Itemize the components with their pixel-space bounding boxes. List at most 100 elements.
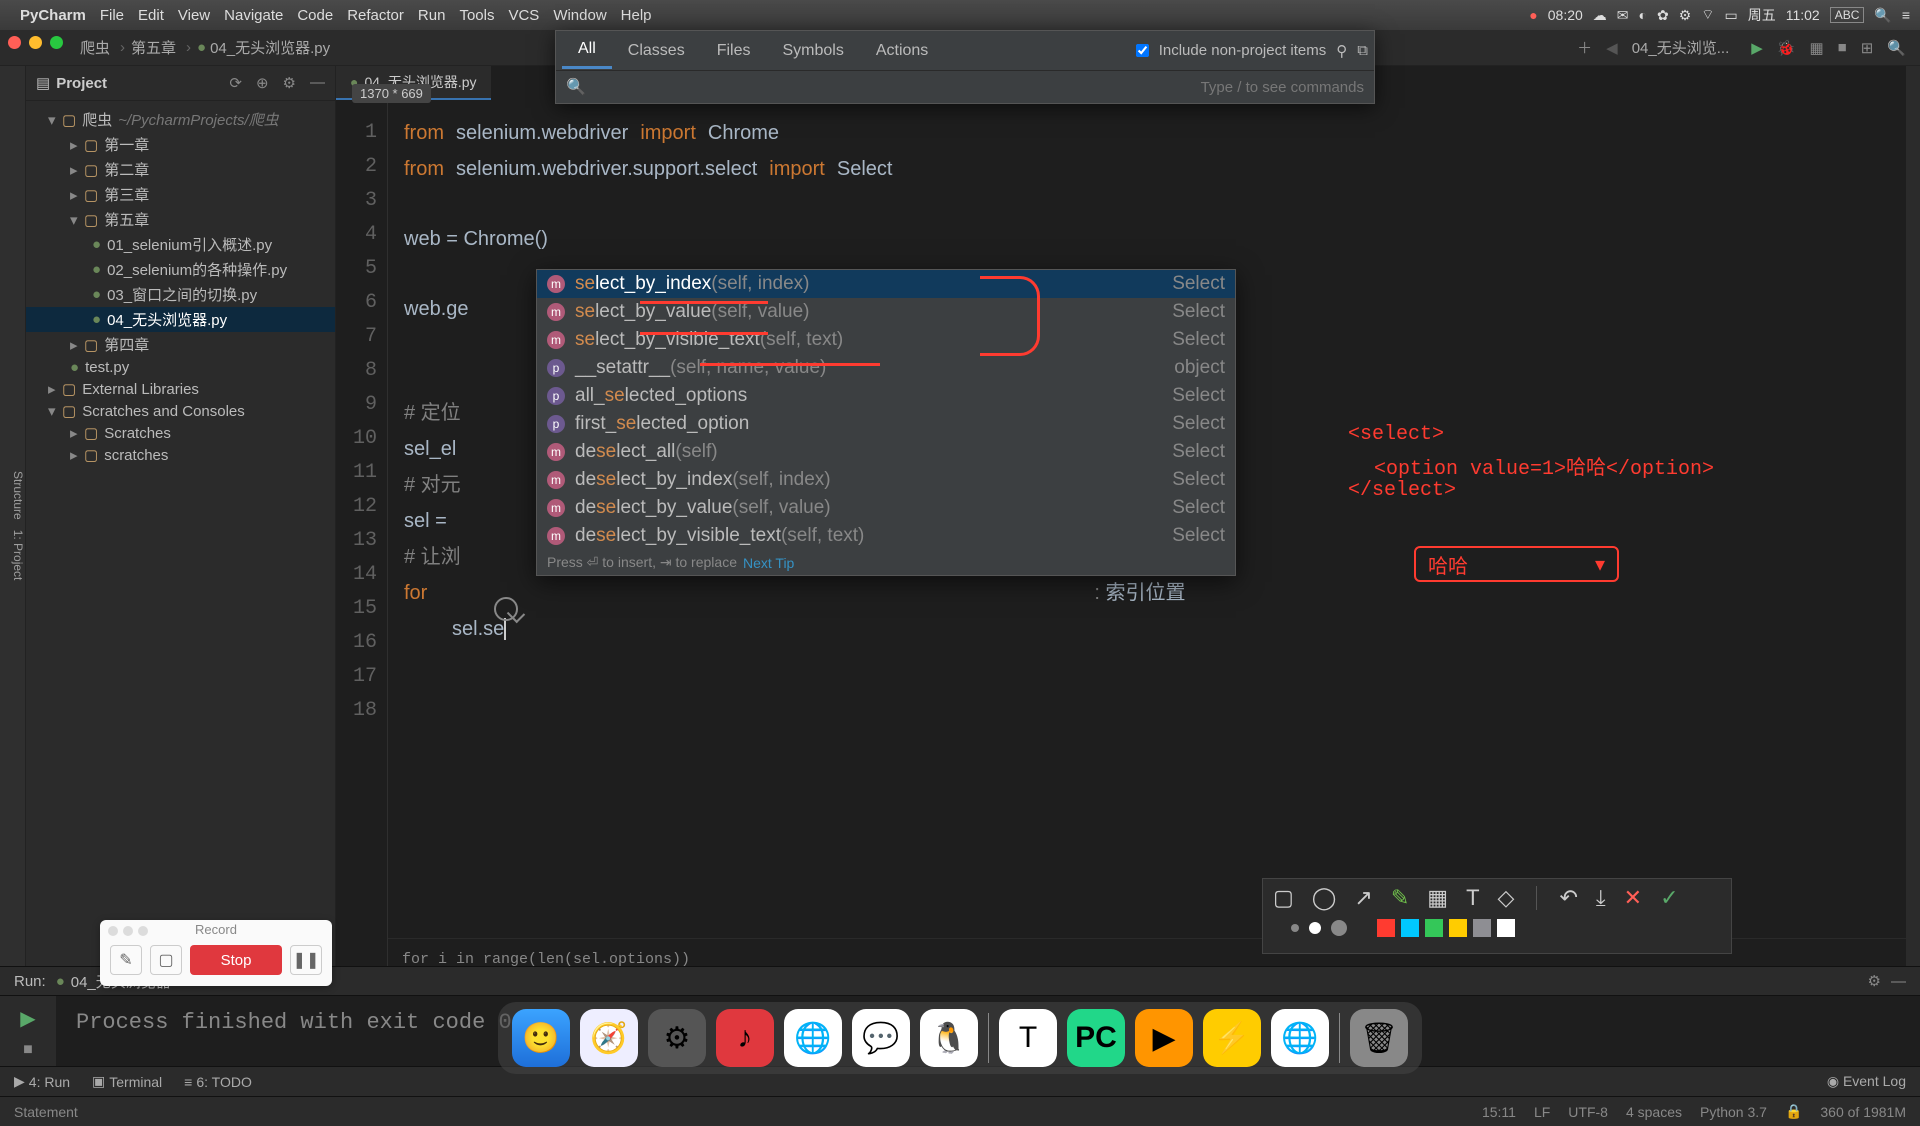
search-input[interactable] [594,78,1201,96]
pin-icon[interactable]: ⧉ [1357,42,1368,59]
app-name[interactable]: PyCharm [20,7,86,24]
menu-vcs[interactable]: VCS [508,7,539,24]
brush-large[interactable] [1331,920,1347,936]
left-tool-stripe[interactable]: Structure 1: Project [0,66,26,966]
tree-folder[interactable]: ▸▢第三章 [26,182,335,207]
cancel-icon[interactable]: ✕ [1624,885,1642,911]
dock-app3[interactable]: ⚡ [1203,1009,1261,1067]
color-red[interactable] [1377,919,1395,937]
crumb-folder[interactable]: 第五章 [131,37,176,58]
dock-chrome[interactable]: 🌐 [784,1009,842,1067]
dock-safari[interactable]: 🧭 [580,1009,638,1067]
tree-folder[interactable]: ▸▢第四章 [26,332,335,357]
tool-rect-icon[interactable]: ▢ [1273,885,1294,911]
screenshot-toolbar[interactable]: ▢ ◯ ↗ ✎ ▦ T ◇ ↶ ⤓ ✕ ✓ [1262,878,1732,954]
color-gray[interactable] [1473,919,1491,937]
close-icon[interactable] [8,36,21,49]
tab-files[interactable]: Files [701,34,767,68]
brush-med[interactable] [1309,922,1321,934]
memory-indicator[interactable]: 360 of 1981M [1820,1104,1906,1120]
tree-file[interactable]: ●03_窗口之间的切换.py [26,282,335,307]
hide-icon[interactable]: — [310,74,325,92]
dock-music[interactable]: ♪ [716,1009,774,1067]
tree-file[interactable]: ●test.py [26,357,335,378]
settings-icon[interactable]: ⚙ [283,74,296,92]
encoding[interactable]: UTF-8 [1568,1104,1608,1120]
menu-navigate[interactable]: Navigate [224,7,283,24]
tool-pencil-icon[interactable]: ✎ [1391,885,1409,911]
run-button[interactable]: ▶ [1751,39,1763,57]
stop-run-button[interactable]: ■ [23,1041,33,1059]
tool-ellipse-icon[interactable]: ◯ [1312,885,1337,911]
tree-folder[interactable]: ▸▢第二章 [26,157,335,182]
menu-window[interactable]: Window [553,7,606,24]
tab-terminal[interactable]: ▣ Terminal [92,1073,162,1090]
tree-file-active[interactable]: ●04_无头浏览器.py [26,307,335,332]
download-icon[interactable]: ⤓ [1596,885,1606,911]
tray-icon[interactable]: ✉ [1617,7,1629,24]
tab-classes[interactable]: Classes [612,34,701,68]
search-icon[interactable]: 🔍 [1887,39,1906,57]
completion-item[interactable]: mselect_by_index(self, index)Select [537,270,1235,298]
dock-textedit[interactable]: T [999,1009,1057,1067]
input-source[interactable]: ABC [1830,7,1865,23]
caret-position[interactable]: 15:11 [1482,1104,1516,1120]
completion-item[interactable]: mselect_by_visible_text(self, text)Selec… [537,326,1235,354]
tool-arrow-icon[interactable]: ↗ [1354,885,1372,911]
interpreter[interactable]: Python 3.7 [1700,1104,1767,1120]
menu-help[interactable]: Help [621,7,652,24]
rerun-button[interactable]: ▶ [20,1006,35,1031]
tray-icon[interactable]: ⚙ [1679,7,1692,24]
completion-item[interactable]: p__setattr__(self, name, value)object [537,354,1235,382]
editor-scrollbar[interactable] [1906,66,1920,966]
filter-icon[interactable]: ⚲ [1336,42,1347,60]
tree-folder[interactable]: ▸▢Scratches [26,422,335,444]
completion-item[interactable]: pfirst_selected_optionSelect [537,410,1235,438]
tab-todo[interactable]: ≡ 6: TODO [184,1074,252,1090]
dock[interactable]: 🙂 🧭 ⚙ ♪ 🌐 💬 🐧 T PC ▶ ⚡ 🌐 🗑 [498,1002,1422,1074]
gear-icon[interactable]: ⚙ [1868,972,1881,990]
confirm-icon[interactable]: ✓ [1660,885,1678,911]
tray-icon[interactable]: ✿ [1657,7,1669,24]
tree-folder[interactable]: ▸▢第一章 [26,132,335,157]
tab-symbols[interactable]: Symbols [766,34,859,68]
completion-item[interactable]: pall_selected_optionsSelect [537,382,1235,410]
tree-root[interactable]: ▾▢爬虫~/PycharmProjects/爬虫 [26,107,335,132]
add-config-icon[interactable]: ＋ [1577,37,1592,58]
stop-button[interactable]: ■ [1838,39,1847,56]
color-cyan[interactable] [1401,919,1419,937]
tree-folder[interactable]: ▾▢第五章 [26,207,335,232]
undo-icon[interactable]: ↶ [1559,885,1577,911]
dock-qq[interactable]: 🐧 [920,1009,978,1067]
menu-code[interactable]: Code [297,7,333,24]
tool-mosaic-icon[interactable]: ▦ [1427,885,1448,911]
record-stop-button[interactable]: Stop [190,945,282,975]
menu-refactor[interactable]: Refactor [347,7,404,24]
color-green[interactable] [1425,919,1443,937]
include-nonproject-checkbox[interactable] [1136,44,1149,57]
wifi-icon[interactable]: ⌔ [1701,6,1714,24]
tool-tag-icon[interactable]: ◇ [1498,885,1515,911]
minimize-icon[interactable] [29,36,42,49]
dock-trash[interactable]: 🗑 [1350,1009,1408,1067]
menu-view[interactable]: View [178,7,210,24]
battery-icon[interactable]: ▭ [1724,7,1737,24]
brush-small[interactable] [1291,924,1299,932]
crumb-root[interactable]: 爬虫 [80,37,110,58]
tree-folder[interactable]: ▸▢scratches [26,444,335,466]
dock-app[interactable]: ⚙ [648,1009,706,1067]
tool-text-icon[interactable]: T [1466,885,1479,911]
record-edit-button[interactable]: ✎ [110,945,142,975]
menu-tools[interactable]: Tools [459,7,494,24]
zoom-icon[interactable] [50,36,63,49]
crumb-file[interactable]: 04_无头浏览器.py [210,37,330,58]
completion-popup[interactable]: mselect_by_index(self, index)Select msele… [536,269,1236,576]
dock-chrome2[interactable]: 🌐 [1271,1009,1329,1067]
event-log[interactable]: ◉ Event Log [1827,1073,1906,1090]
completion-item[interactable]: mdeselect_by_value(self, value)Select [537,494,1235,522]
tray-icon[interactable]: ☁ [1593,7,1607,24]
dock-wechat[interactable]: 💬 [852,1009,910,1067]
dock-finder[interactable]: 🙂 [512,1009,570,1067]
line-sep[interactable]: LF [1534,1104,1550,1120]
tab-run[interactable]: ▶ 4: Run [14,1073,70,1090]
